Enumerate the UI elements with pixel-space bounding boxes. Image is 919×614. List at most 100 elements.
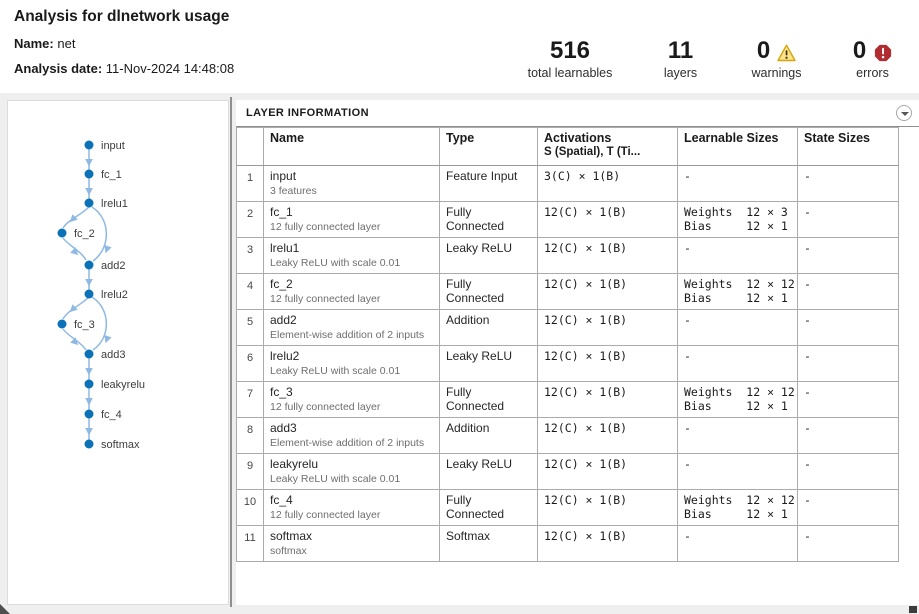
resize-grip-bottom-right[interactable] <box>909 606 917 613</box>
layer-type-cell[interactable]: Feature Input <box>440 166 538 202</box>
layer-type-cell[interactable]: Fully Connected <box>440 490 538 526</box>
state-sizes-cell[interactable]: - <box>798 382 899 418</box>
name-value: net <box>57 36 75 51</box>
col-header-learnable-sizes: Learnable Sizes <box>678 128 798 166</box>
graph-node-softmax[interactable]: softmax <box>85 439 141 451</box>
layer-type-cell[interactable]: Leaky ReLU <box>440 238 538 274</box>
layer-name-cell[interactable]: lrelu1 Leaky ReLU with scale 0.01 <box>264 238 440 274</box>
row-index-cell[interactable]: 2 <box>237 202 264 238</box>
layer-table-body: 1 input 3 features Feature Input 3(C) × … <box>237 166 899 562</box>
state-sizes-cell[interactable]: - <box>798 526 899 562</box>
graph-node-lrelu2[interactable]: lrelu2 <box>85 289 128 301</box>
layer-type-cell[interactable]: Softmax <box>440 526 538 562</box>
learnable-sizes-cell[interactable]: Weights 12 × 3 Bias 12 × 1 <box>678 202 798 238</box>
layer-name-cell[interactable]: lrelu2 Leaky ReLU with scale 0.01 <box>264 346 440 382</box>
learnable-sizes-cell[interactable]: - <box>678 346 798 382</box>
layer-description: Element-wise addition of 2 inputs <box>270 329 433 341</box>
activations-cell[interactable]: 12(C) × 1(B) <box>538 346 678 382</box>
state-sizes-cell[interactable]: - <box>798 238 899 274</box>
panel-splitter[interactable] <box>230 97 232 607</box>
layer-type-cell[interactable]: Fully Connected <box>440 202 538 238</box>
layer-type-cell[interactable]: Fully Connected <box>440 382 538 418</box>
layer-name-cell[interactable]: fc_3 12 fully connected layer <box>264 382 440 418</box>
graph-node-lrelu1[interactable]: lrelu1 <box>85 198 128 210</box>
graph-node-leakyrelu[interactable]: leakyrelu <box>85 379 146 391</box>
activations-cell[interactable]: 12(C) × 1(B) <box>538 454 678 490</box>
layer-type-cell[interactable]: Fully Connected <box>440 274 538 310</box>
state-sizes-cell[interactable]: - <box>798 310 899 346</box>
learnable-sizes-cell[interactable]: - <box>678 454 798 490</box>
state-sizes-cell[interactable]: - <box>798 274 899 310</box>
layer-name-cell[interactable]: input 3 features <box>264 166 440 202</box>
layer-name-cell[interactable]: add3 Element-wise addition of 2 inputs <box>264 418 440 454</box>
learnable-sizes-cell[interactable]: - <box>678 526 798 562</box>
layer-name-cell[interactable]: fc_1 12 fully connected layer <box>264 202 440 238</box>
activations-cell[interactable]: 3(C) × 1(B) <box>538 166 678 202</box>
learnable-sizes-cell[interactable]: - <box>678 166 798 202</box>
row-index-cell[interactable]: 1 <box>237 166 264 202</box>
layer-type-cell[interactable]: Leaky ReLU <box>440 454 538 490</box>
learnable-sizes-cell[interactable]: - <box>678 418 798 454</box>
learnable-sizes-cell[interactable]: Weights 12 × 12 Bias 12 × 1 <box>678 490 798 526</box>
state-sizes-cell[interactable]: - <box>798 346 899 382</box>
state-sizes-cell[interactable]: - <box>798 490 899 526</box>
row-index-cell[interactable]: 3 <box>237 238 264 274</box>
state-sizes-cell[interactable]: - <box>798 454 899 490</box>
row-index-cell[interactable]: 7 <box>237 382 264 418</box>
graph-node-add3[interactable]: add3 <box>85 349 126 361</box>
activations-cell[interactable]: 12(C) × 1(B) <box>538 238 678 274</box>
activations-cell[interactable]: 12(C) × 1(B) <box>538 310 678 346</box>
row-index-cell[interactable]: 11 <box>237 526 264 562</box>
state-sizes-cell[interactable]: - <box>798 166 899 202</box>
state-sizes-cell[interactable]: - <box>798 418 899 454</box>
row-index-cell[interactable]: 6 <box>237 346 264 382</box>
layer-type-cell[interactable]: Leaky ReLU <box>440 346 538 382</box>
table-row[interactable]: 9 leakyrelu Leaky ReLU with scale 0.01 L… <box>237 454 899 490</box>
graph-node-fc_1[interactable]: fc_1 <box>85 169 122 181</box>
table-row[interactable]: 4 fc_2 12 fully connected layer Fully Co… <box>237 274 899 310</box>
activations-cell[interactable]: 12(C) × 1(B) <box>538 418 678 454</box>
table-row[interactable]: 10 fc_4 12 fully connected layer Fully C… <box>237 490 899 526</box>
layer-type-cell[interactable]: Addition <box>440 310 538 346</box>
layer-table-header-row: Name Type Activations S (Spatial), T (Ti… <box>237 128 899 166</box>
row-index-cell[interactable]: 4 <box>237 274 264 310</box>
state-sizes-cell[interactable]: - <box>798 202 899 238</box>
learnable-sizes-cell[interactable]: Weights 12 × 12 Bias 12 × 1 <box>678 274 798 310</box>
graph-node-add2[interactable]: add2 <box>85 260 126 272</box>
row-index-cell[interactable]: 8 <box>237 418 264 454</box>
row-index-cell[interactable]: 5 <box>237 310 264 346</box>
learnable-sizes-cell[interactable]: Weights 12 × 12 Bias 12 × 1 <box>678 382 798 418</box>
table-row[interactable]: 2 fc_1 12 fully connected layer Fully Co… <box>237 202 899 238</box>
table-row[interactable]: 3 lrelu1 Leaky ReLU with scale 0.01 Leak… <box>237 238 899 274</box>
graph-node-label: leakyrelu <box>101 379 145 391</box>
layer-name-cell[interactable]: fc_2 12 fully connected layer <box>264 274 440 310</box>
table-row[interactable]: 7 fc_3 12 fully connected layer Fully Co… <box>237 382 899 418</box>
learnable-sizes-cell[interactable]: - <box>678 238 798 274</box>
layer-name-cell[interactable]: add2 Element-wise addition of 2 inputs <box>264 310 440 346</box>
resize-grip-bottom-left[interactable] <box>0 604 10 614</box>
layer-name: fc_2 <box>270 277 433 291</box>
learnable-sizes-cell[interactable]: - <box>678 310 798 346</box>
table-row[interactable]: 6 lrelu2 Leaky ReLU with scale 0.01 Leak… <box>237 346 899 382</box>
activations-cell[interactable]: 12(C) × 1(B) <box>538 490 678 526</box>
activations-cell[interactable]: 12(C) × 1(B) <box>538 274 678 310</box>
col-header-activations-subtitle: S (Spatial), T (Ti... <box>544 146 671 158</box>
activations-cell[interactable]: 12(C) × 1(B) <box>538 526 678 562</box>
table-row[interactable]: 1 input 3 features Feature Input 3(C) × … <box>237 166 899 202</box>
table-row[interactable]: 8 add3 Element-wise addition of 2 inputs… <box>237 418 899 454</box>
row-index-cell[interactable]: 10 <box>237 490 264 526</box>
table-row[interactable]: 11 softmax softmax Softmax 12(C) × 1(B) … <box>237 526 899 562</box>
report-header: Analysis for dlnetwork usage Name: net A… <box>0 0 919 93</box>
name-label: Name: <box>14 36 54 51</box>
graph-node-fc_4[interactable]: fc_4 <box>85 409 122 421</box>
layer-name-cell[interactable]: leakyrelu Leaky ReLU with scale 0.01 <box>264 454 440 490</box>
activations-cell[interactable]: 12(C) × 1(B) <box>538 382 678 418</box>
collapse-panel-button[interactable] <box>896 105 912 121</box>
layer-type-cell[interactable]: Addition <box>440 418 538 454</box>
layer-name-cell[interactable]: fc_4 12 fully connected layer <box>264 490 440 526</box>
row-index-cell[interactable]: 9 <box>237 454 264 490</box>
activations-cell[interactable]: 12(C) × 1(B) <box>538 202 678 238</box>
layer-name-cell[interactable]: softmax softmax <box>264 526 440 562</box>
table-row[interactable]: 5 add2 Element-wise addition of 2 inputs… <box>237 310 899 346</box>
graph-node-input[interactable]: input <box>85 140 125 152</box>
